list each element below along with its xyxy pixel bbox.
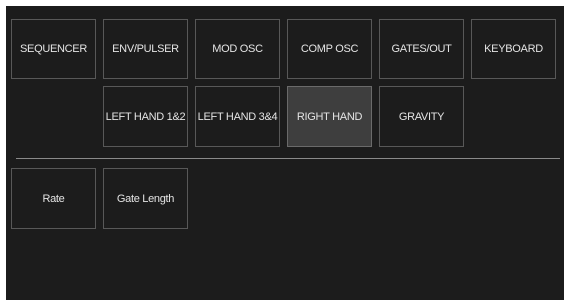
- control-panel: SEQUENCER ENV/PULSER MOD OSC COMP OSC GA…: [6, 6, 564, 300]
- tab-mod-osc[interactable]: MOD OSC: [195, 19, 280, 79]
- param-rate-button[interactable]: Rate: [11, 168, 96, 229]
- subtab-left-hand-3-4[interactable]: LEFT HAND 3&4: [195, 86, 280, 147]
- section-divider: [16, 158, 560, 159]
- tab-keyboard[interactable]: KEYBOARD: [471, 19, 556, 79]
- subtab-left-hand-1-2[interactable]: LEFT HAND 1&2: [103, 86, 188, 147]
- tab-env-pulser[interactable]: ENV/PULSER: [103, 19, 188, 79]
- param-gate-length-button[interactable]: Gate Length: [103, 168, 188, 229]
- tab-gates-out[interactable]: GATES/OUT: [379, 19, 464, 79]
- subtab-gravity[interactable]: GRAVITY: [379, 86, 464, 147]
- tab-sequencer[interactable]: SEQUENCER: [11, 19, 96, 79]
- tab-comp-osc[interactable]: COMP OSC: [287, 19, 372, 79]
- subtab-right-hand[interactable]: RIGHT HAND: [287, 86, 372, 147]
